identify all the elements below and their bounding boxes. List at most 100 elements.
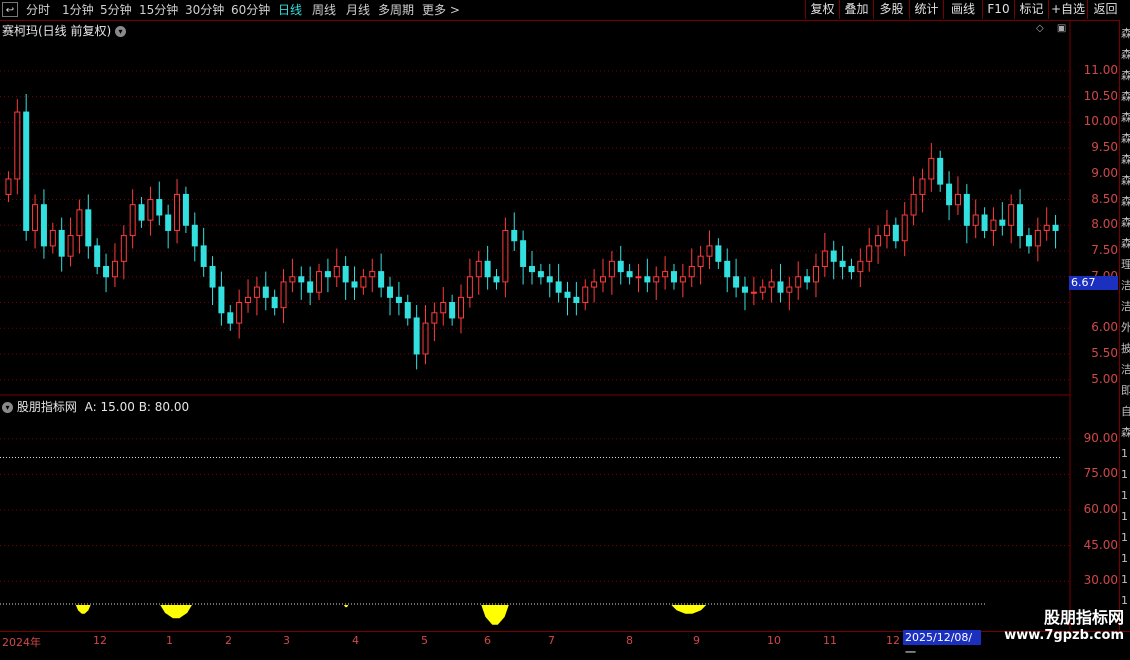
- candle-body: [369, 271, 376, 278]
- candle-body: [670, 271, 677, 283]
- date-label: 12: [886, 634, 900, 647]
- chevron-down-icon[interactable]: ▾: [2, 402, 13, 413]
- stock-list-char[interactable]: 森: [1121, 175, 1130, 187]
- date-label: 8: [626, 634, 633, 647]
- period-tab-3[interactable]: 15分钟: [139, 2, 178, 18]
- candle-body: [431, 312, 438, 324]
- stock-list-char[interactable]: 森: [1121, 91, 1130, 103]
- candle-body: [209, 265, 216, 288]
- stock-list-char[interactable]: 森: [1121, 154, 1130, 166]
- stock-list-char[interactable]: 1: [1121, 490, 1128, 502]
- candle-body: [395, 296, 402, 303]
- candle-body: [529, 265, 535, 273]
- stock-list-char[interactable]: 森: [1121, 196, 1130, 208]
- candle-body: [342, 265, 349, 283]
- candle-body: [129, 204, 136, 237]
- period-tab-6[interactable]: 日线: [278, 2, 302, 18]
- toolbar-button-0[interactable]: 复权: [805, 0, 839, 19]
- period-tab-1[interactable]: 1分钟: [62, 2, 94, 18]
- watermark: 股朋指标网 www.7gpzb.com: [1004, 604, 1124, 643]
- stock-list-char[interactable]: 自: [1121, 406, 1130, 418]
- toolbar-button-5[interactable]: F10: [982, 0, 1014, 19]
- period-tab-2[interactable]: 5分钟: [100, 2, 132, 18]
- date-label: 4: [352, 634, 359, 647]
- stock-list-char[interactable]: 1: [1121, 574, 1128, 586]
- price-axis-label: 9.00: [1091, 165, 1118, 180]
- stock-list-char[interactable]: 洁: [1121, 364, 1130, 376]
- stock-list-char[interactable]: 1: [1121, 553, 1128, 565]
- stock-list-char[interactable]: 森: [1121, 112, 1130, 124]
- period-tab-8[interactable]: 月线: [346, 2, 370, 18]
- candle-body: [626, 271, 633, 278]
- indicator-axis-label: 90.00: [1083, 430, 1118, 445]
- candle-body: [475, 260, 482, 278]
- price-axis-label: 10.50: [1083, 88, 1118, 103]
- candle-body: [582, 286, 589, 304]
- candle-body: [520, 240, 527, 267]
- candle-body: [103, 265, 110, 278]
- toolbar-button-3[interactable]: 统计: [909, 0, 943, 19]
- stock-list-char[interactable]: 森: [1121, 49, 1130, 61]
- indicator-signal-block: [160, 605, 192, 619]
- stock-list-char[interactable]: 森: [1121, 238, 1130, 250]
- toolbar-button-7[interactable]: +自选: [1048, 0, 1087, 19]
- back-icon[interactable]: ↩: [2, 2, 18, 17]
- period-tab-4[interactable]: 30分钟: [185, 2, 224, 18]
- stock-list-char[interactable]: 森: [1121, 427, 1130, 439]
- candle-body: [351, 281, 358, 288]
- date-label: 9: [693, 634, 700, 647]
- candle-body: [715, 245, 722, 262]
- candle-body: [333, 265, 340, 278]
- period-tab-5[interactable]: 60分钟: [231, 2, 270, 18]
- stock-list-char[interactable]: 森: [1121, 70, 1130, 82]
- stock-list-char[interactable]: 披: [1121, 343, 1130, 355]
- stock-list-char[interactable]: 理: [1121, 259, 1130, 271]
- date-label: 6: [484, 634, 491, 647]
- toolbar-button-2[interactable]: 多股: [873, 0, 909, 19]
- stock-title: 赛柯玛(日线 前复权) ▾: [2, 22, 127, 39]
- stock-list-char[interactable]: 1: [1121, 469, 1128, 481]
- stock-list-char[interactable]: 外: [1121, 322, 1130, 334]
- candle-body: [599, 276, 606, 283]
- stock-list-char[interactable]: 1: [1121, 511, 1128, 523]
- price-axis-label: 8.00: [1091, 217, 1118, 232]
- period-tab-10[interactable]: 更多 >: [422, 2, 460, 18]
- toolbar-button-8[interactable]: 返回: [1087, 0, 1123, 19]
- candle-body: [85, 209, 92, 247]
- stock-list-char[interactable]: 森: [1121, 217, 1130, 229]
- price-axis-label: 6.00: [1091, 320, 1118, 335]
- period-tab-0[interactable]: 分时: [26, 2, 50, 18]
- stock-list-char[interactable]: 森: [1121, 28, 1130, 40]
- stock-list-char[interactable]: 洁: [1121, 280, 1130, 292]
- period-tab-9[interactable]: 多周期: [378, 2, 414, 18]
- indicator-axis-label: 75.00: [1083, 466, 1118, 481]
- price-axis-label: 7.50: [1091, 243, 1118, 258]
- stock-list-char[interactable]: 洁: [1121, 301, 1130, 313]
- candle-body: [289, 276, 296, 283]
- period-tab-7[interactable]: 周线: [312, 2, 336, 18]
- stock-list-char[interactable]: 1: [1121, 448, 1128, 460]
- date-label: 12: [93, 634, 107, 647]
- candle-body: [768, 281, 775, 288]
- candle-body: [812, 265, 819, 283]
- panel-toggle-icon[interactable]: ▣: [1057, 23, 1066, 34]
- stock-list-char[interactable]: 1: [1121, 532, 1128, 544]
- toolbar-button-1[interactable]: 叠加: [839, 0, 873, 19]
- diamond-icon[interactable]: ◇: [1036, 23, 1044, 34]
- candle-body: [688, 265, 695, 278]
- stock-list-char[interactable]: 森: [1121, 133, 1130, 145]
- price-axis-label: 11.00: [1083, 62, 1118, 77]
- candle-body: [981, 214, 988, 231]
- date-label: 10: [767, 634, 781, 647]
- candle-body: [830, 250, 837, 262]
- date-label: 1: [166, 634, 173, 647]
- candle-body: [298, 276, 305, 283]
- candle-body: [1052, 224, 1059, 231]
- candle-body: [919, 178, 926, 195]
- chevron-down-icon[interactable]: ▾: [115, 26, 127, 37]
- candle-body: [1025, 235, 1032, 247]
- stock-list-char[interactable]: 即: [1121, 385, 1130, 397]
- toolbar-button-4[interactable]: 画线: [943, 0, 982, 19]
- candle-body: [910, 193, 917, 216]
- toolbar-button-6[interactable]: 标记: [1014, 0, 1048, 19]
